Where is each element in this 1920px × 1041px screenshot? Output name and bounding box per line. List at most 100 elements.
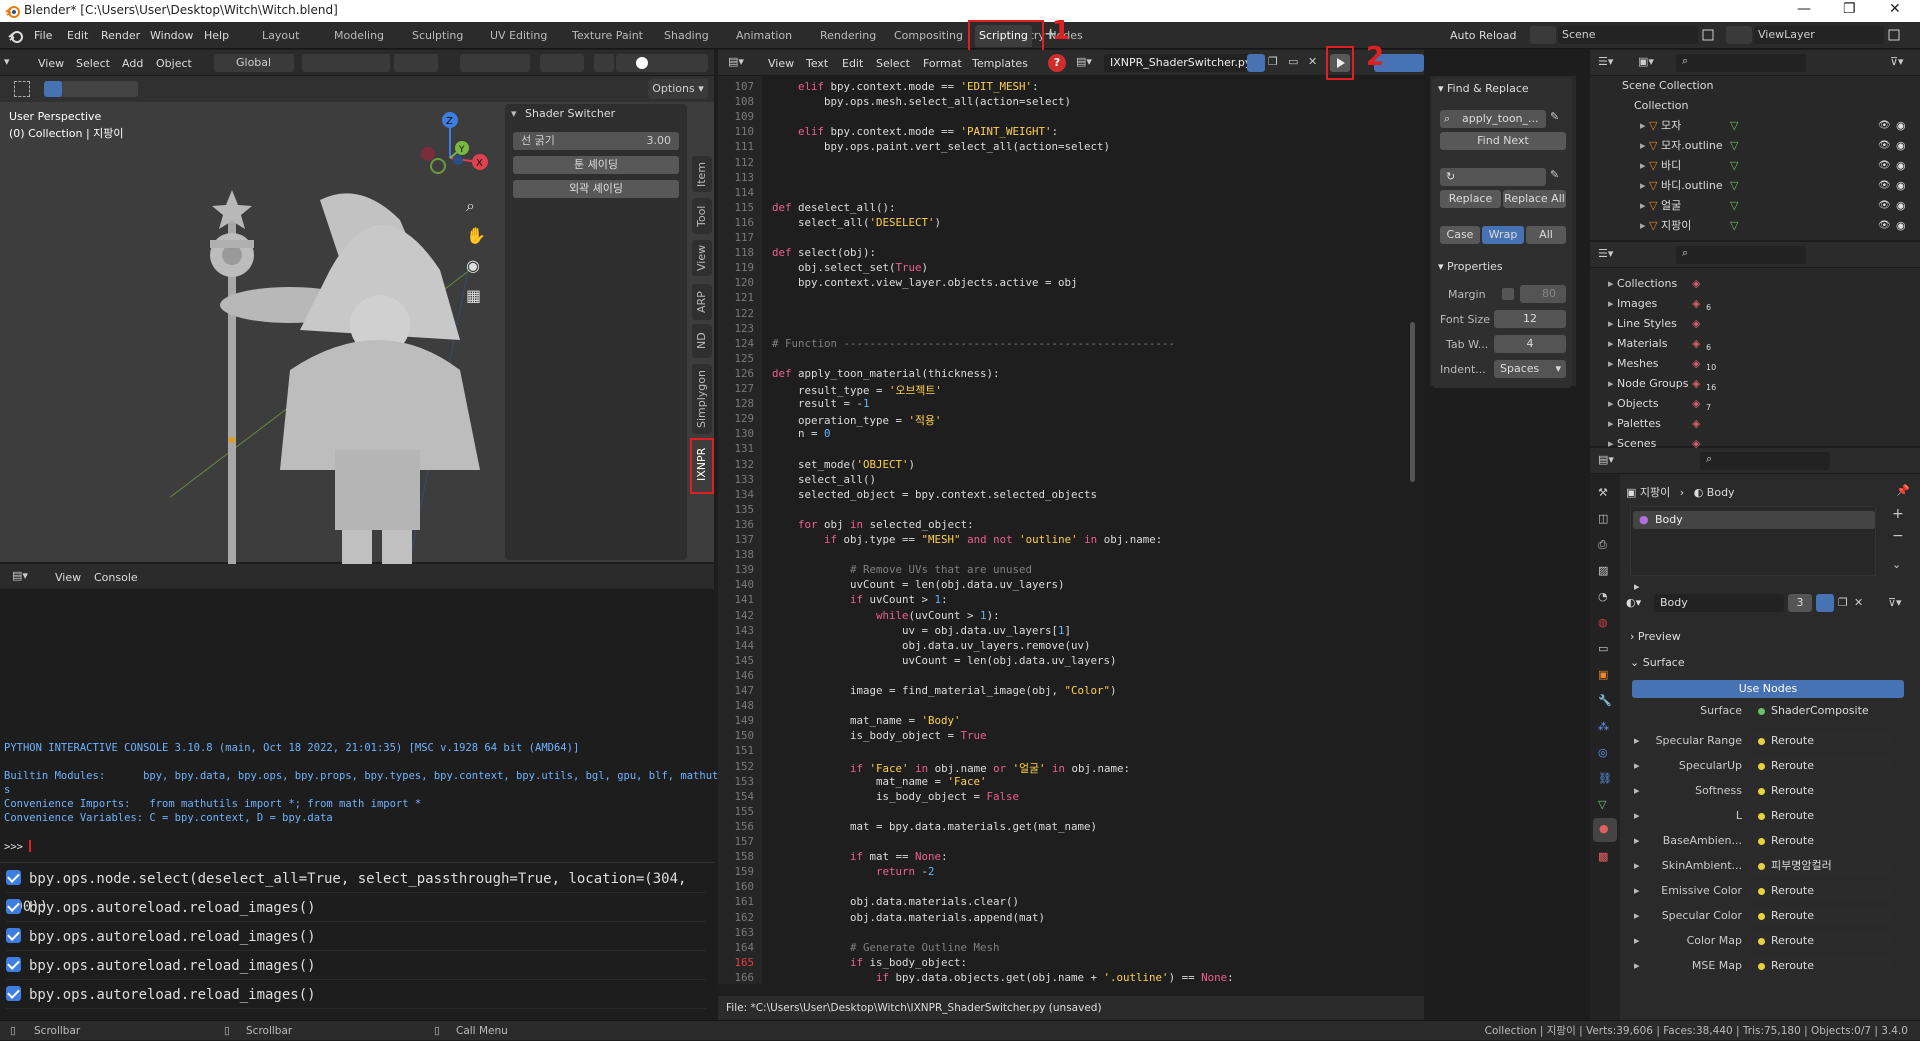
info-log-entry[interactable]: bpy.ops.autoreload.reload_images() <box>6 923 706 951</box>
scene-field[interactable]: Scene <box>1558 26 1698 44</box>
viewport-menu-add[interactable]: Add <box>122 50 143 77</box>
outliner-item[interactable]: ▸ ▽ 지팡이 ▽ 👁 ◉ <box>1590 216 1910 236</box>
expand-arrow-icon[interactable]: ▸ <box>1640 159 1649 172</box>
menu-help[interactable]: Help <box>204 22 229 49</box>
visibility-eye-icon[interactable]: 👁 <box>1878 156 1891 176</box>
workspace-tab-shading[interactable]: Shading <box>660 25 713 47</box>
shader-input-field[interactable]: Reroute <box>1750 757 1890 775</box>
expand-arrow-icon[interactable]: ▸ <box>1634 878 1640 903</box>
shader-switcher-header[interactable]: ▾ Shader Switcher <box>505 104 687 124</box>
remove-slot-icon[interactable]: − <box>1892 528 1904 544</box>
maximize-icon[interactable]: ❐ <box>1843 1 1856 17</box>
menu-edit[interactable]: Edit <box>67 22 88 49</box>
workspace-tab-layout[interactable]: Layout <box>258 25 303 47</box>
shader-input-field[interactable]: Reroute <box>1750 732 1890 750</box>
text-menu-view[interactable]: View <box>768 50 794 77</box>
material-name-field[interactable]: Body <box>1654 594 1784 612</box>
replace-button[interactable]: Replace <box>1440 190 1501 208</box>
properties-type-icon[interactable]: ▤▾ <box>1598 453 1614 466</box>
text-menu-select[interactable]: Select <box>876 50 910 77</box>
code-area[interactable]: 107 elif bpy.context.mode == 'EDIT_MESH'… <box>718 76 1408 984</box>
outliner[interactable]: ☰▾ ▣▾ ⌕ ⊽▾ Scene Collection Collection ▸… <box>1590 50 1920 240</box>
display-mode-icon[interactable]: ▣▾ <box>1638 55 1654 68</box>
replace-all-button[interactable]: Replace All <box>1503 190 1566 208</box>
properties-search[interactable]: ⌕ <box>1700 452 1830 470</box>
blend-data-item[interactable]: ▸ Objects ◈ 7 <box>1590 394 1910 414</box>
shader-input-row[interactable]: ▸ Specular Color Reroute <box>1590 903 1910 928</box>
solid-shading-icon[interactable] <box>636 57 648 69</box>
sidebar-tab-item[interactable]: Item <box>692 156 712 192</box>
view-layer-tab-icon[interactable]: ▨ <box>1598 564 1608 577</box>
properties-editor[interactable]: ▤▾ ⌕ ⚒ ◫ ⎙ ▨ ◔ ◍ ▭ ▣ 🔧 ⁂ ◎ ⛓ ▽ ● ▩ ▣ 지팡이… <box>1590 448 1920 1020</box>
expand-arrow-icon[interactable]: ▸ <box>1608 317 1617 330</box>
workspace-tab-compositing[interactable]: Compositing <box>890 25 967 47</box>
replace-eyedropper-icon[interactable]: ✎ <box>1550 168 1559 181</box>
viewport-menu-object[interactable]: Object <box>156 50 192 77</box>
info-log-entry[interactable]: bpy.ops.node.select(deselect_all=True, s… <box>6 865 706 915</box>
material-datablock[interactable]: ◐▾ Body 3 ❐ ✕ <box>1626 594 1866 612</box>
text-scrollbar[interactable] <box>1410 322 1415 482</box>
auto-reload-label[interactable]: Auto Reload <box>1450 22 1516 49</box>
surface-shader-field[interactable]: ShaderComposite <box>1750 702 1890 720</box>
margin-checkbox[interactable] <box>1502 288 1514 300</box>
line-thickness-field[interactable]: 선 굵기 3.00 <box>513 132 679 150</box>
python-console[interactable]: ▤▾ View Console PYTHON INTERACTIVE CONSO… <box>0 564 731 870</box>
surface-panel-header[interactable]: ⌄ Surface <box>1630 656 1685 669</box>
find-field[interactable]: ⌕ apply_toon_... <box>1440 110 1546 128</box>
collection-tab-icon[interactable]: ▭ <box>1598 642 1608 655</box>
visibility-eye-icon[interactable]: 👁 <box>1878 116 1891 136</box>
outliner-item[interactable]: ▸ ▽ 바디.outline ▽ 👁 ◉ <box>1590 176 1910 196</box>
new-view-layer-icon[interactable] <box>1886 26 1902 44</box>
text-menu-templates[interactable]: Templates <box>972 50 1028 77</box>
editor-type-icon[interactable]: ▾ <box>4 55 10 68</box>
visibility-eye-icon[interactable]: 👁 <box>1878 136 1891 156</box>
workspace-tab-sculpting[interactable]: Sculpting <box>408 25 467 47</box>
add-slot-icon[interactable]: + <box>1892 506 1904 522</box>
scene-selector-icon[interactable] <box>1530 26 1556 44</box>
shader-input-field[interactable]: Reroute <box>1750 957 1890 975</box>
render-camera-icon[interactable]: ◉ <box>1896 136 1906 156</box>
expand-arrow-icon[interactable]: ▸ <box>1608 357 1617 370</box>
outliner-search[interactable]: ⌕ <box>1676 54 1806 72</box>
duplicate-material-icon[interactable]: ❐ <box>1838 596 1848 609</box>
properties-header[interactable]: ▾ Properties <box>1438 260 1503 273</box>
world-tab-icon[interactable]: ◍ <box>1598 616 1608 629</box>
view-layer-field[interactable]: ViewLayer <box>1754 26 1884 44</box>
expand-arrow-icon[interactable]: ▸ <box>1640 199 1649 212</box>
render-camera-icon[interactable]: ◉ <box>1896 116 1906 136</box>
shader-input-row[interactable]: ▸ Softness Reroute <box>1590 778 1910 803</box>
render-tab-icon[interactable]: ◫ <box>1598 512 1608 525</box>
blend-file-browser[interactable]: ☰▾ ⌕ ▸ Collections ◈ ▸ Images ◈ 6 ▸ Line Styl… <box>1590 242 1920 450</box>
expand-arrow-icon[interactable]: ▸ <box>1640 179 1649 192</box>
material-browse-icon[interactable]: ◐▾ <box>1626 596 1641 609</box>
minimize-icon[interactable]: — <box>1797 1 1811 17</box>
blend-data-item[interactable]: ▸ Palettes ◈ <box>1590 414 1910 434</box>
info-log[interactable]: bpy.ops.node.select(deselect_all=True, s… <box>0 862 714 1020</box>
shader-input-row[interactable]: ▸ SpecularUp Reroute <box>1590 753 1910 778</box>
font-size-field[interactable]: 12 <box>1494 310 1566 328</box>
proportional-edit[interactable] <box>394 54 438 72</box>
toon-shading-button[interactable]: 툰 셰이딩 <box>513 156 679 174</box>
text-filename-field[interactable]: IXNPR_ShaderSwitcher.py <box>1104 54 1254 72</box>
expand-arrow-icon[interactable]: ▸ <box>1608 277 1617 290</box>
text-menu-edit[interactable]: Edit <box>842 50 863 77</box>
expand-arrow-icon[interactable]: ▸ <box>1640 119 1649 132</box>
scene-tab-icon[interactable]: ◔ <box>1598 590 1608 603</box>
blend-data-item[interactable]: ▸ Materials ◈ 6 <box>1590 334 1910 354</box>
blend-data-item[interactable]: ▸ Images ◈ 6 <box>1590 294 1910 314</box>
expand-arrow-icon[interactable]: ▸ <box>1608 397 1617 410</box>
scene-collection-row[interactable]: Scene Collection <box>1590 76 1910 96</box>
shader-input-row[interactable]: ▸ Color Map Reroute <box>1590 928 1910 953</box>
render-camera-icon[interactable]: ◉ <box>1896 176 1906 196</box>
open-folder-icon[interactable]: ▭ <box>1288 55 1298 68</box>
new-scene-icon[interactable] <box>1700 26 1716 44</box>
outliner-item[interactable]: ▸ ▽ 얼굴 ▽ 👁 ◉ <box>1590 196 1910 216</box>
workspace-tab-uv-editing[interactable]: UV Editing <box>486 25 551 47</box>
blend-data-item[interactable]: ▸ Line Styles ◈ <box>1590 314 1910 334</box>
blend-data-search[interactable]: ⌕ <box>1676 246 1806 264</box>
shader-input-field[interactable]: Reroute <box>1750 882 1890 900</box>
render-camera-icon[interactable]: ◉ <box>1896 196 1906 216</box>
material-fake-user-icon[interactable] <box>1816 594 1834 612</box>
expand-arrow-icon[interactable]: ▸ <box>1634 728 1640 753</box>
snap-toggle[interactable] <box>338 54 390 72</box>
